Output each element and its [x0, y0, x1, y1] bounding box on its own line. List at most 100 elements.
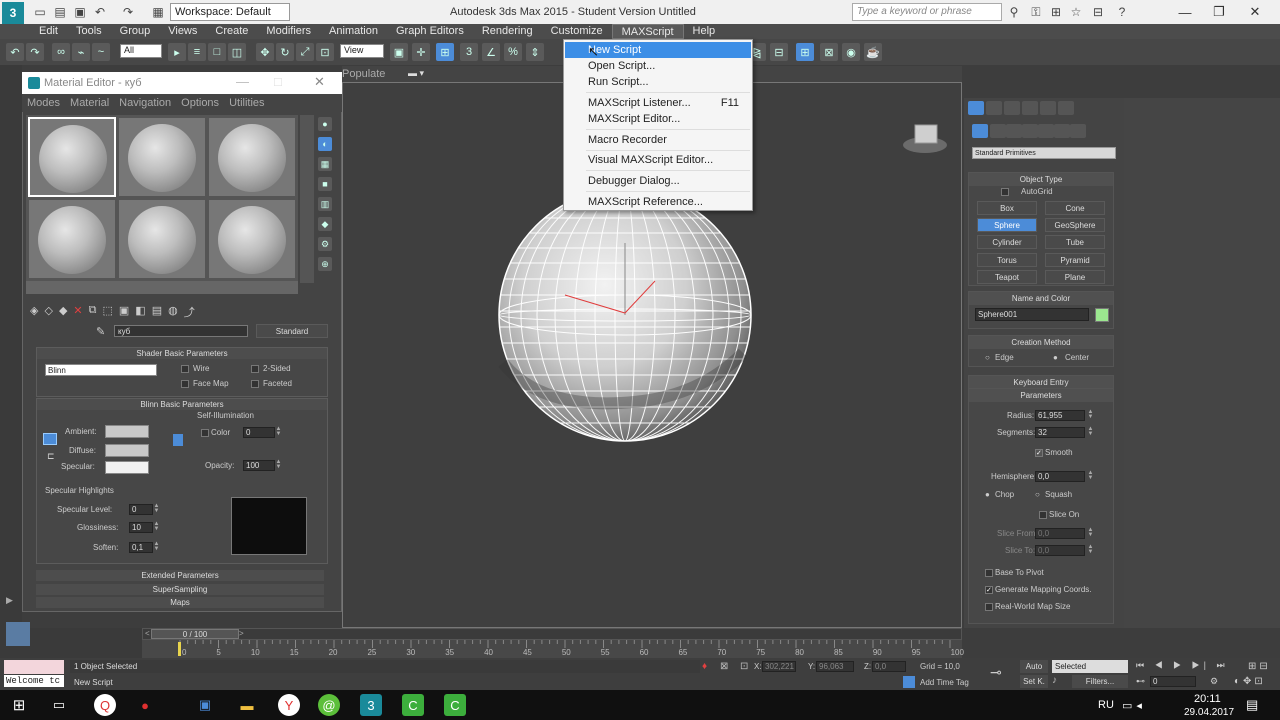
favorites-icon[interactable]: ☆	[1068, 4, 1084, 20]
signin-icon[interactable]: ⊟	[1090, 4, 1106, 20]
project-folder-icon[interactable]: ▦	[150, 4, 166, 20]
extended-params-rollout[interactable]: Extended Parameters	[36, 570, 324, 581]
mail-app-icon[interactable]: @	[318, 694, 340, 716]
background-icon[interactable]: ▦	[318, 157, 332, 171]
y-field[interactable]: 96,063	[816, 661, 854, 672]
me-menu-options[interactable]: Options	[181, 94, 219, 112]
slice-from-spinner[interactable]: ▲ ▼	[1087, 527, 1094, 539]
cone-button[interactable]: Cone	[1045, 201, 1105, 215]
material-type-button[interactable]: Standard	[256, 324, 328, 338]
track-bar[interactable]: 0 5 10 15 20 25 30 35 40 45 50 55 60 65 70 75 80 85 90 95 10…	[142, 640, 964, 658]
run-script-item[interactable]: Run Script...	[565, 74, 751, 90]
debugger-item[interactable]: Debugger Dialog...	[565, 173, 751, 189]
box-button[interactable]: Box	[977, 201, 1037, 215]
specular-swatch[interactable]	[105, 461, 149, 474]
me-menu-utilities[interactable]: Utilities	[229, 94, 264, 112]
get-material-icon[interactable]: ◈	[30, 304, 38, 318]
menu-maxscript[interactable]: MAXScript	[611, 24, 684, 39]
options-icon[interactable]: ⚙	[318, 237, 332, 251]
sample-slot-3[interactable]	[208, 117, 296, 197]
clock-time[interactable]: 20:11	[1194, 693, 1221, 705]
diffuse-map-button[interactable]	[173, 434, 183, 446]
radius-spinner[interactable]: ▲ ▼	[1087, 409, 1094, 421]
viewport-nav-icons-2[interactable]: ◐✥⊡	[1234, 676, 1266, 687]
menu-views[interactable]: Views	[159, 24, 206, 39]
window-crossing-icon[interactable]: ◫	[228, 43, 246, 61]
pick-material-icon[interactable]: ✎	[96, 325, 105, 338]
key-mode-icon[interactable]: ⊷	[1136, 676, 1145, 687]
diffuse-swatch[interactable]	[105, 444, 149, 457]
communication-icon[interactable]: ⊞	[1048, 4, 1064, 20]
clock-date[interactable]: 29.04.2017	[1184, 707, 1234, 718]
show-map-icon[interactable]: ▤	[152, 304, 162, 318]
wire-checkbox[interactable]	[181, 365, 189, 373]
rotate-icon[interactable]: ↻	[276, 43, 294, 61]
tube-button[interactable]: Tube	[1045, 235, 1105, 249]
geosphere-button[interactable]: GeoSphere	[1045, 218, 1105, 232]
yandex-browser-icon[interactable]: Y	[278, 694, 300, 716]
undo-icon[interactable]: ↶	[92, 4, 108, 20]
two-sided-checkbox[interactable]	[251, 365, 259, 373]
reset-map-icon[interactable]: ✕	[73, 304, 82, 318]
opacity-spinner[interactable]: ▲ ▼	[275, 459, 282, 471]
time-slider[interactable]: < 0 / 100 >	[142, 628, 962, 640]
ref-coord-dropdown[interactable]: View	[340, 44, 384, 58]
squash-radio-icon[interactable]: ○	[1035, 490, 1040, 499]
mini-listener-white[interactable]: Welcome tc	[4, 675, 64, 687]
modify-tab-icon[interactable]	[986, 101, 1002, 115]
shader-dropdown[interactable]: Blinn	[45, 364, 157, 376]
snaps-toggle-icon[interactable]: 3	[460, 43, 478, 61]
render-setup-icon[interactable]: ☕	[864, 43, 882, 61]
real-world-checkbox[interactable]	[985, 603, 993, 611]
ambient-swatch[interactable]	[105, 425, 149, 438]
menu-edit[interactable]: Edit	[30, 24, 67, 39]
auto-key-button[interactable]: Auto	[1020, 660, 1048, 673]
sample-slot-6[interactable]	[208, 199, 296, 279]
selection-filter-dropdown[interactable]: All	[120, 44, 162, 58]
isolate-icon[interactable]: ♦	[702, 661, 707, 672]
select-object-icon[interactable]: ▸	[168, 43, 186, 61]
save-file-icon[interactable]: ▣	[72, 4, 88, 20]
slice-from-field[interactable]: 0,0	[1035, 528, 1085, 539]
torus-button[interactable]: Torus	[977, 253, 1037, 267]
workspace-dropdown[interactable]: Workspace: Default	[170, 3, 290, 21]
undo-icon[interactable]: ↶	[6, 43, 24, 61]
me-minimize-icon[interactable]: —	[236, 74, 249, 89]
menu-graph-editors[interactable]: Graph Editors	[387, 24, 473, 39]
mini-listener-pink[interactable]	[4, 660, 64, 674]
schematic-view-icon[interactable]: ⊠	[820, 43, 838, 61]
make-unique-icon[interactable]: ⬚	[102, 304, 112, 318]
sample-slot-1[interactable]	[28, 117, 116, 197]
sample-slot-5[interactable]	[118, 199, 206, 279]
slice-on-checkbox[interactable]	[1039, 511, 1047, 519]
3dsmax-taskbar-icon[interactable]: 3	[360, 694, 382, 716]
self-illum-spinner[interactable]: ▲ ▼	[275, 426, 282, 438]
move-icon[interactable]: ✥	[256, 43, 274, 61]
face-map-checkbox[interactable]	[181, 380, 189, 388]
sample-h-scrollbar[interactable]	[26, 281, 298, 294]
angle-snap-icon[interactable]: ∠	[482, 43, 500, 61]
center-radio-icon[interactable]: ●	[1053, 353, 1058, 362]
utilities-tab-icon[interactable]	[1058, 101, 1074, 115]
pivot-icon[interactable]: ▣	[390, 43, 408, 61]
self-illum-color-checkbox[interactable]	[201, 429, 209, 437]
file-explorer-icon[interactable]: ▬	[236, 694, 258, 716]
time-slider-handle[interactable]: 0 / 100	[151, 629, 239, 639]
autogrid-checkbox[interactable]	[1001, 188, 1009, 196]
display-tab-icon[interactable]	[1040, 101, 1056, 115]
put-to-library-icon[interactable]: ▣	[119, 304, 129, 318]
sample-type-icon[interactable]: ●	[318, 117, 332, 131]
select-by-name-icon[interactable]: ≡	[188, 43, 206, 61]
self-illum-value-field[interactable]: 0	[243, 427, 275, 438]
object-color-swatch[interactable]	[1095, 308, 1109, 322]
menu-group[interactable]: Group	[111, 24, 160, 39]
3dsmax-logo-icon[interactable]: 3	[2, 2, 24, 24]
redo-icon[interactable]: ↷	[120, 4, 136, 20]
motion-tab-icon[interactable]	[1022, 101, 1038, 115]
unlink-icon[interactable]: ⌁	[72, 43, 90, 61]
task-view-icon[interactable]: ▭	[48, 694, 70, 716]
place-icon[interactable]: ⊡	[316, 43, 334, 61]
geometry-icon[interactable]	[972, 124, 988, 138]
smooth-checkbox[interactable]: ✓	[1035, 449, 1043, 457]
menu-create[interactable]: Create	[206, 24, 257, 39]
